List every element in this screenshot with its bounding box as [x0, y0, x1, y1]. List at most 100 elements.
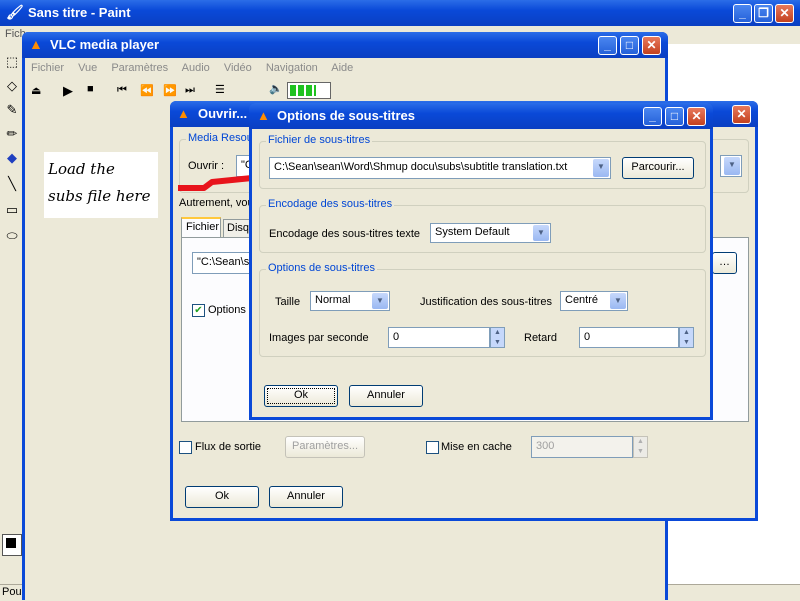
subtitle-file-field[interactable]: C:\Sean\sean\Word\Shmup docu\subs\subtit… — [269, 157, 611, 179]
stop-icon[interactable]: ■ — [87, 83, 94, 95]
subtitle-minimize-button[interactable]: _ — [643, 107, 662, 126]
rewind-icon[interactable]: ⏪ — [140, 84, 154, 97]
justify-label: Justification des sous-titres — [420, 296, 553, 308]
vlc-titlebar: ▲ VLC media player _ □ ✕ — [22, 32, 668, 58]
subtitle-dialog-body: Fichier de sous-titres C:\Sean\sean\Word… — [252, 129, 710, 417]
vlc-menubar: Fichier Vue Paramètres Audio Vidéo Navig… — [31, 62, 364, 74]
rectangle-tool-icon[interactable]: ▭ — [2, 200, 22, 220]
spin-up-icon: ▲ — [637, 438, 644, 445]
vlc-menu-video[interactable]: Vidéo — [224, 62, 252, 74]
fps-label: Images par seconde — [269, 332, 369, 344]
options-checkbox[interactable]: ✔ — [192, 304, 205, 317]
open-dropdown-right[interactable]: ▼ — [720, 155, 742, 177]
next-icon[interactable]: ⏭ — [185, 84, 195, 97]
play-icon[interactable]: ▶ — [63, 83, 73, 99]
vlc-menu-audio[interactable]: Audio — [182, 62, 210, 74]
eject-icon[interactable]: ⏏ — [31, 84, 41, 97]
vlc-menu-vue[interactable]: Vue — [78, 62, 97, 74]
encoding-group: Encodage des sous-titres Encodage des so… — [259, 198, 706, 253]
vlc-close-button[interactable]: ✕ — [642, 36, 661, 55]
subtitle-maximize-button[interactable]: □ — [665, 107, 684, 126]
open-dialog-cone-icon: ▲ — [177, 106, 190, 121]
size-select[interactable]: Normal ▼ — [310, 291, 390, 311]
eraser-tool-icon[interactable]: ◇ — [2, 76, 22, 96]
spin-down-icon: ▼ — [637, 448, 644, 455]
chevron-down-icon: ▼ — [724, 157, 740, 175]
chevron-down-icon[interactable]: ▼ — [533, 225, 549, 241]
subtitle-file-legend: Fichier de sous-titres — [266, 134, 373, 146]
pencil-tool-icon[interactable]: ✏ — [2, 124, 22, 144]
playlist-icon[interactable]: ☰ — [215, 83, 225, 96]
volume-bar[interactable] — [287, 82, 331, 99]
open-ok-button[interactable]: Ok — [185, 486, 259, 508]
alternate-text: Autrement, vou — [179, 197, 254, 209]
encoding-select[interactable]: System Default ▼ — [430, 223, 551, 243]
tab-fichier[interactable]: Fichier — [181, 217, 221, 237]
subtitle-dialog: ▲ Options de sous-titres _ □ ✕ Fichier d… — [249, 103, 713, 420]
delay-field[interactable]: 0 — [579, 327, 679, 348]
fps-spinner[interactable]: ▲ ▼ — [490, 327, 505, 348]
delay-spinner[interactable]: ▲ ▼ — [679, 327, 694, 348]
fps-field[interactable]: 0 — [388, 327, 490, 348]
foreground-color — [6, 538, 16, 548]
vlc-menu-fichier[interactable]: Fichier — [31, 62, 64, 74]
browse-button[interactable]: Parcourir... — [622, 157, 694, 179]
encoding-legend: Encodage des sous-titres — [266, 198, 395, 210]
subtitle-options-group: Options de sous-titres Taille Normal ▼ J… — [259, 262, 706, 357]
subtitle-dialog-cone-icon: ▲ — [257, 108, 270, 123]
spin-up-icon[interactable]: ▲ — [491, 328, 504, 338]
subtitle-close-button[interactable]: ✕ — [687, 107, 706, 126]
vlc-minimize-button[interactable]: _ — [598, 36, 617, 55]
vlc-title: VLC media player — [50, 37, 160, 52]
paint-minimize-button[interactable]: _ — [733, 4, 752, 23]
stream-label: Flux de sortie — [195, 441, 262, 453]
spin-down-icon[interactable]: ▼ — [680, 338, 693, 348]
spin-down-icon[interactable]: ▼ — [491, 338, 504, 348]
subtitle-dialog-titlebar: ▲ Options de sous-titres _ □ ✕ — [249, 103, 713, 129]
paint-toolbox: ⬚ ◇ ✎ ✏ ◆ ╲ ▭ ⬭ — [0, 44, 24, 584]
vlc-cone-icon: ▲ — [29, 36, 43, 52]
vlc-menu-navigation[interactable]: Navigation — [266, 62, 318, 74]
subtitle-options-legend: Options de sous-titres — [266, 262, 377, 274]
subtitle-file-group: Fichier de sous-titres C:\Sean\sean\Word… — [259, 134, 706, 189]
subtitle-ok-button[interactable]: Ok — [264, 385, 338, 407]
justify-select[interactable]: Centré ▼ — [560, 291, 628, 311]
stream-params-button[interactable]: Paramètres... — [285, 436, 365, 458]
previous-icon[interactable]: ⏮ — [117, 84, 127, 97]
chevron-down-icon[interactable]: ▼ — [372, 293, 388, 309]
chevron-down-icon[interactable]: ▼ — [610, 293, 626, 309]
line-tool-icon[interactable]: ╲ — [2, 174, 22, 194]
open-dialog-title: Ouvrir... — [198, 106, 248, 121]
paint-close-button[interactable]: ✕ — [775, 4, 794, 23]
paint-restore-button[interactable]: ❐ — [754, 4, 773, 23]
chevron-down-icon[interactable]: ▼ — [593, 159, 609, 177]
cache-checkbox[interactable] — [426, 441, 439, 454]
delay-label: Retard — [524, 332, 558, 344]
paint-title: Sans titre - Paint — [28, 5, 131, 20]
cache-spinner[interactable]: ▲ ▼ — [633, 436, 648, 458]
size-label: Taille — [275, 296, 301, 308]
vlc-toolbar: ⏏ ▶ ■ ⏮ ⏪ ⏩ ⏭ ☰ 🔈 — [25, 80, 665, 102]
annotation-note: Load the subs file here — [44, 152, 158, 218]
stream-checkbox[interactable] — [179, 441, 192, 454]
subtitle-dialog-title: Options de sous-titres — [277, 108, 415, 123]
vlc-menu-parametres[interactable]: Paramètres — [111, 62, 168, 74]
open-dialog-close-button[interactable]: ✕ — [732, 105, 751, 124]
color-swatch[interactable] — [2, 534, 22, 556]
select-tool-icon[interactable]: ⬚ — [2, 52, 22, 72]
encoding-label: Encodage des sous-titres texte — [269, 228, 421, 240]
spin-up-icon[interactable]: ▲ — [680, 328, 693, 338]
cache-field[interactable]: 300 — [531, 436, 633, 458]
vlc-menu-aide[interactable]: Aide — [331, 62, 353, 74]
paint-titlebar: 🖌 Sans titre - Paint _ ❐ ✕ — [0, 0, 800, 26]
file-browse-button-edge[interactable]: … — [712, 252, 737, 274]
annotation-text: Load the subs file here — [48, 160, 151, 205]
fill-tool-icon[interactable]: ◆ — [2, 148, 22, 168]
subtitle-cancel-button[interactable]: Annuler — [349, 385, 423, 407]
ellipse-tool-icon[interactable]: ⬭ — [2, 226, 22, 246]
forward-icon[interactable]: ⏩ — [163, 84, 177, 97]
volume-icon[interactable]: 🔈 — [269, 82, 283, 95]
open-cancel-button[interactable]: Annuler — [269, 486, 343, 508]
vlc-maximize-button[interactable]: □ — [620, 36, 639, 55]
picker-tool-icon[interactable]: ✎ — [2, 100, 22, 120]
